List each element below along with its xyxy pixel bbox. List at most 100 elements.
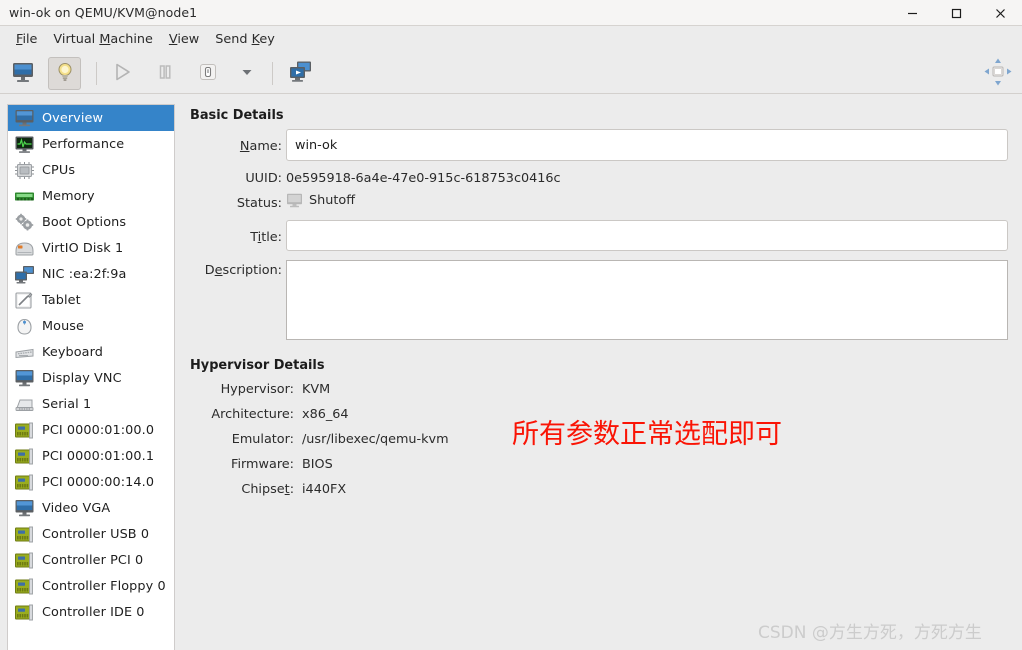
snapshots-button[interactable] bbox=[284, 57, 317, 90]
minimize-button[interactable] bbox=[890, 0, 934, 26]
pci-card-icon bbox=[13, 420, 35, 440]
sidebar-item-controller-ide-0[interactable]: Controller IDE 0 bbox=[8, 599, 174, 625]
details-pane: Basic Details Name: UUID: 0e595918-6a4e-… bbox=[176, 94, 1022, 650]
pci-card-icon bbox=[13, 446, 35, 466]
sidebar-item-memory[interactable]: Memory bbox=[8, 183, 174, 209]
status-label: Status: bbox=[236, 196, 282, 211]
status-value: Shutoff bbox=[309, 193, 356, 208]
sidebar-item-label: Controller USB 0 bbox=[42, 526, 150, 542]
tablet-pen-icon bbox=[13, 290, 35, 310]
sidebar-item-performance[interactable]: Performance bbox=[8, 131, 174, 157]
sidebar-item-cpus[interactable]: CPUs bbox=[8, 157, 174, 183]
sidebar-item-virtio-disk-1[interactable]: VirtIO Disk 1 bbox=[8, 235, 174, 261]
pause-button[interactable] bbox=[148, 57, 181, 90]
sidebar-item-display-vnc[interactable]: Display VNC bbox=[8, 365, 174, 391]
menu-send-key[interactable]: Send Key bbox=[207, 30, 283, 49]
sidebar-item-overview[interactable]: Overview bbox=[8, 105, 174, 131]
resize-to-vm-button[interactable] bbox=[983, 58, 1013, 89]
sidebar-item-controller-usb-0[interactable]: Controller USB 0 bbox=[8, 521, 174, 547]
menu-bar: File Virtual Machine View Send Key bbox=[0, 26, 1022, 53]
pci-card-icon bbox=[13, 550, 35, 570]
sidebar-item-pci-0000-00-14-0[interactable]: PCI 0000:00:14.0 bbox=[8, 469, 174, 495]
basic-details-heading: Basic Details bbox=[190, 108, 284, 123]
name-label: Name: bbox=[239, 139, 282, 154]
serial-port-icon bbox=[13, 394, 35, 414]
sidebar-item-label: Keyboard bbox=[42, 344, 103, 360]
pause-icon bbox=[154, 61, 176, 87]
show-details-button[interactable] bbox=[48, 57, 81, 90]
pci-card-icon bbox=[13, 576, 35, 596]
emulator-value: /usr/libexec/qemu-kvm bbox=[302, 432, 449, 447]
sidebar-item-label: Performance bbox=[42, 136, 125, 152]
monitor-icon bbox=[13, 498, 35, 518]
sidebar-item-label: Controller IDE 0 bbox=[42, 604, 145, 620]
show-console-button[interactable] bbox=[6, 57, 39, 90]
sidebar-item-label: Boot Options bbox=[42, 214, 127, 230]
network-icon bbox=[13, 264, 35, 284]
sidebar-item-boot-options[interactable]: Boot Options bbox=[8, 209, 174, 235]
sidebar-item-pci-0000-01-00-1[interactable]: PCI 0000:01:00.1 bbox=[8, 443, 174, 469]
title-bar: win-ok on QEMU/KVM@node1 bbox=[0, 0, 1022, 26]
monitor-icon bbox=[13, 108, 35, 128]
sidebar-item-label: Serial 1 bbox=[42, 396, 92, 412]
toolbar bbox=[0, 53, 1022, 94]
shutdown-menu-button[interactable] bbox=[230, 57, 263, 90]
architecture-value: x86_64 bbox=[302, 407, 349, 422]
sidebar-item-tablet[interactable]: Tablet bbox=[8, 287, 174, 313]
sidebar-item-label: Display VNC bbox=[42, 370, 122, 386]
gears-icon bbox=[13, 212, 35, 232]
firmware-value: BIOS bbox=[302, 457, 333, 472]
emulator-label: Emulator: bbox=[231, 432, 294, 447]
disk-icon bbox=[13, 238, 35, 258]
description-textarea[interactable] bbox=[286, 260, 1008, 340]
menu-view[interactable]: View bbox=[161, 30, 207, 49]
shutoff-monitor-icon bbox=[286, 193, 303, 208]
sidebar-item-mouse[interactable]: Mouse bbox=[8, 313, 174, 339]
firmware-label: Firmware: bbox=[231, 457, 294, 472]
sidebar-item-keyboard[interactable]: Keyboard bbox=[8, 339, 174, 365]
hypervisor-details-heading: Hypervisor Details bbox=[190, 358, 325, 373]
uuid-value: 0e595918-6a4e-47e0-915c-618753c0416c bbox=[286, 171, 561, 186]
sidebar-item-controller-floppy-0[interactable]: Controller Floppy 0 bbox=[8, 573, 174, 599]
sidebar-item-pci-0000-01-00-0[interactable]: PCI 0000:01:00.0 bbox=[8, 417, 174, 443]
run-button[interactable] bbox=[105, 57, 138, 90]
toolbar-separator bbox=[96, 62, 97, 85]
sidebar-item-label: Mouse bbox=[42, 318, 85, 334]
monitor-icon bbox=[11, 61, 35, 87]
sidebar-item-controller-pci-0[interactable]: Controller PCI 0 bbox=[8, 547, 174, 573]
maximize-button[interactable] bbox=[934, 0, 978, 26]
chipset-label: Chipset: bbox=[241, 482, 294, 497]
hardware-list[interactable]: Overview Performance CPUs Memory Boot Op… bbox=[7, 104, 175, 650]
keyboard-icon bbox=[13, 342, 35, 362]
pci-card-icon bbox=[13, 524, 35, 544]
sidebar-item-label: Overview bbox=[42, 110, 104, 126]
sidebar-item-video-vga[interactable]: Video VGA bbox=[8, 495, 174, 521]
architecture-label: Architecture: bbox=[211, 407, 294, 422]
sidebar-item-nic[interactable]: NIC :ea:2f:9a bbox=[8, 261, 174, 287]
name-input[interactable] bbox=[286, 129, 1008, 161]
power-icon bbox=[196, 60, 220, 88]
status-badge: Shutoff bbox=[286, 193, 355, 208]
screens-icon bbox=[288, 60, 314, 88]
menu-virtual-machine[interactable]: Virtual Machine bbox=[45, 30, 160, 49]
title-input[interactable] bbox=[286, 220, 1008, 251]
menu-file[interactable]: File bbox=[8, 30, 45, 49]
sidebar-item-label: Controller PCI 0 bbox=[42, 552, 144, 568]
hypervisor-label: Hypervisor: bbox=[220, 382, 294, 397]
sidebar-item-label: PCI 0000:01:00.0 bbox=[42, 422, 155, 438]
sidebar-item-label: VirtIO Disk 1 bbox=[42, 240, 124, 256]
sidebar-item-label: Video VGA bbox=[42, 500, 111, 516]
shutdown-button[interactable] bbox=[191, 57, 224, 90]
sidebar-item-label: PCI 0000:01:00.1 bbox=[42, 448, 155, 464]
performance-graph-icon bbox=[13, 134, 35, 154]
window-title: win-ok on QEMU/KVM@node1 bbox=[9, 5, 198, 20]
sidebar-item-serial-1[interactable]: Serial 1 bbox=[8, 391, 174, 417]
sidebar-item-label: Controller Floppy 0 bbox=[42, 578, 166, 594]
hypervisor-value: KVM bbox=[302, 382, 331, 397]
description-label: Description: bbox=[204, 263, 282, 278]
chevron-down-icon bbox=[239, 64, 255, 84]
sidebar-item-label: Memory bbox=[42, 188, 95, 204]
virt-manager-window: win-ok on QEMU/KVM@node1 File Virtual Ma… bbox=[0, 0, 1022, 650]
close-button[interactable] bbox=[978, 0, 1022, 26]
sidebar-item-label: CPUs bbox=[42, 162, 76, 178]
